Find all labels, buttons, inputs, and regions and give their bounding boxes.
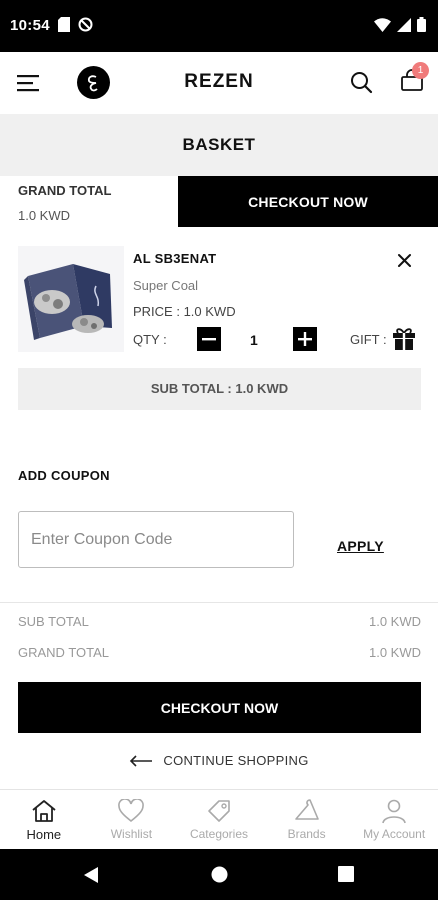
product-price: PRICE : 1.0 KWD [133, 304, 236, 319]
search-icon[interactable] [350, 71, 373, 94]
heart-icon [118, 799, 145, 823]
coupon-input[interactable] [18, 511, 294, 568]
divider [0, 602, 438, 603]
page-title: BASKET [182, 135, 256, 154]
grand-total-summary-value: 1.0 KWD [368, 645, 421, 660]
recents-icon[interactable] [338, 866, 354, 882]
battery-icon [417, 17, 426, 32]
qty-value: 1 [250, 332, 258, 348]
grand-total-label: GRAND TOTAL [18, 183, 112, 198]
checkout-now-top-button[interactable]: CHECKOUT NOW [178, 176, 438, 227]
minus-icon [202, 338, 216, 341]
grand-total-summary-label: GRAND TOTAL [18, 645, 110, 660]
status-bar: 10:54 [0, 0, 438, 52]
sd-card-icon [58, 17, 70, 32]
dnd-icon [78, 17, 93, 32]
nav-home[interactable]: Home [0, 790, 88, 849]
app-header: REZEN 1 [0, 52, 438, 114]
home-icon [32, 800, 56, 822]
qty-label: QTY : [133, 332, 167, 347]
back-icon[interactable] [83, 866, 99, 884]
item-subtotal-text: SUB TOTAL : 1.0 KWD [150, 381, 289, 396]
continue-shopping-link[interactable]: CONTINUE SHOPPING [0, 753, 438, 768]
product-variant: Super Coal [133, 278, 199, 293]
status-time: 10:54 [10, 17, 50, 34]
nav-wishlist-label: Wishlist [110, 827, 153, 841]
arrow-left-icon [130, 754, 153, 767]
nav-brands[interactable]: Brands [263, 790, 351, 849]
qty-increase-button[interactable] [293, 327, 317, 351]
bottom-nav: Home Wishlist Categories Brands My Accou… [0, 789, 438, 849]
nav-my-account[interactable]: My Account [350, 790, 438, 849]
nav-home-label: Home [26, 827, 62, 842]
user-icon [382, 799, 406, 824]
gift-label: GIFT : [350, 332, 387, 347]
apply-coupon-link[interactable]: APPLY [337, 538, 384, 554]
nav-my-account-label: My Account [363, 827, 426, 841]
coupon-heading: ADD COUPON [18, 468, 110, 483]
product-image[interactable] [18, 246, 124, 352]
product-box-illustration [18, 246, 124, 352]
item-subtotal-bar: SUB TOTAL : 1.0 KWD [18, 368, 421, 410]
remove-item-icon[interactable] [397, 253, 412, 268]
nav-categories-label: Categories [189, 827, 248, 841]
grand-total-value: 1.0 KWD [18, 208, 71, 223]
signal-icon [397, 17, 411, 32]
plus-icon [298, 332, 312, 346]
cart-count-badge: 1 [412, 62, 429, 79]
basket-header: BASKET [0, 114, 438, 176]
wifi-icon [374, 17, 391, 32]
home-button-icon[interactable] [211, 866, 228, 883]
sub-total-label: SUB TOTAL [18, 614, 89, 629]
hanger-icon [294, 799, 319, 820]
product-name[interactable]: AL SB3ENAT [133, 251, 216, 266]
sub-total-value: 1.0 KWD [368, 614, 421, 629]
nav-wishlist[interactable]: Wishlist [88, 790, 176, 849]
nav-categories[interactable]: Categories [175, 790, 263, 849]
continue-shopping-label: CONTINUE SHOPPING [163, 753, 309, 768]
system-nav-bar [0, 849, 438, 900]
gift-icon[interactable] [392, 325, 416, 351]
nav-brands-label: Brands [287, 827, 326, 841]
checkout-now-button[interactable]: CHECKOUT NOW [18, 682, 421, 733]
qty-decrease-button[interactable] [197, 327, 221, 351]
tag-icon [208, 800, 230, 822]
